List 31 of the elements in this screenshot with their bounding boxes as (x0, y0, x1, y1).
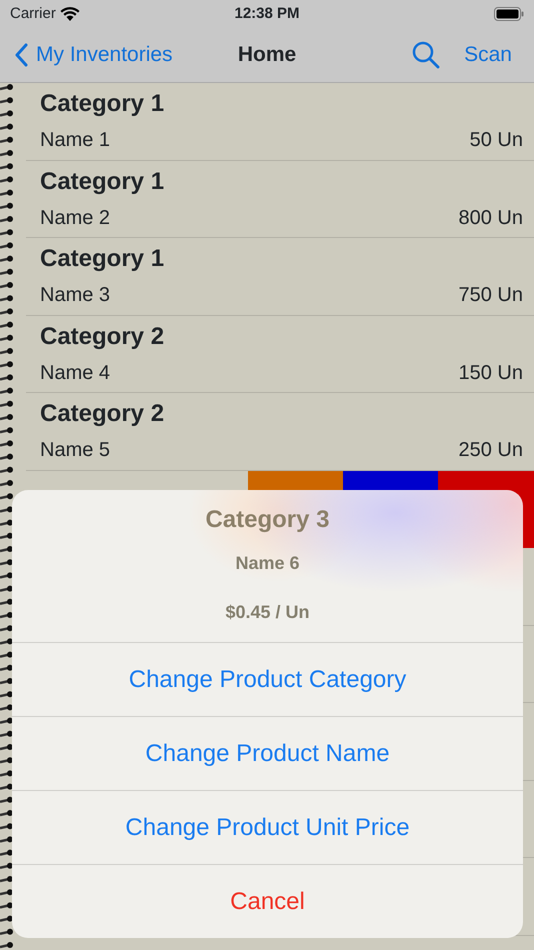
category-heading: Category 1 (40, 166, 166, 196)
clock-time: 12:38 PM (234, 4, 300, 24)
action-button[interactable]: Change Product Category (12, 643, 523, 717)
wifi-icon (60, 7, 80, 21)
product-quantity: 250 Un (458, 438, 523, 463)
scan-button[interactable]: Scan (464, 39, 512, 71)
chevron-left-icon (14, 43, 28, 67)
action-button[interactable]: Change Product Unit Price (12, 791, 523, 865)
carrier-label: Carrier (10, 4, 56, 24)
product-name: Name 1 (40, 128, 110, 153)
battery-icon (494, 7, 524, 21)
product-quantity: 800 Un (458, 206, 523, 230)
sheet-subtitle: Name 6 (234, 552, 301, 575)
sheet-title: Category 3 (204, 505, 331, 535)
screen-title: Home (238, 42, 296, 68)
category-heading: Category 2 (40, 399, 166, 429)
back-button[interactable]: My Inventories (14, 39, 173, 71)
sheet-price: $0.45 / Un (224, 601, 311, 624)
product-quantity: 150 Un (458, 360, 523, 386)
product-name: Name 4 (40, 360, 110, 386)
action-button[interactable]: Change Product Name (12, 717, 523, 791)
product-quantity: 750 Un (458, 283, 523, 308)
product-name: Name 5 (40, 438, 110, 463)
product-name: Name 2 (40, 206, 110, 230)
cancel-button[interactable]: Cancel (12, 865, 523, 938)
category-heading: Category 1 (40, 89, 166, 119)
category-heading: Category 1 (40, 244, 166, 274)
product-name: Name 3 (40, 283, 110, 308)
product-quantity: 50 Un (470, 128, 523, 153)
category-heading: Category 2 (40, 322, 166, 352)
search-icon[interactable] (412, 41, 440, 69)
